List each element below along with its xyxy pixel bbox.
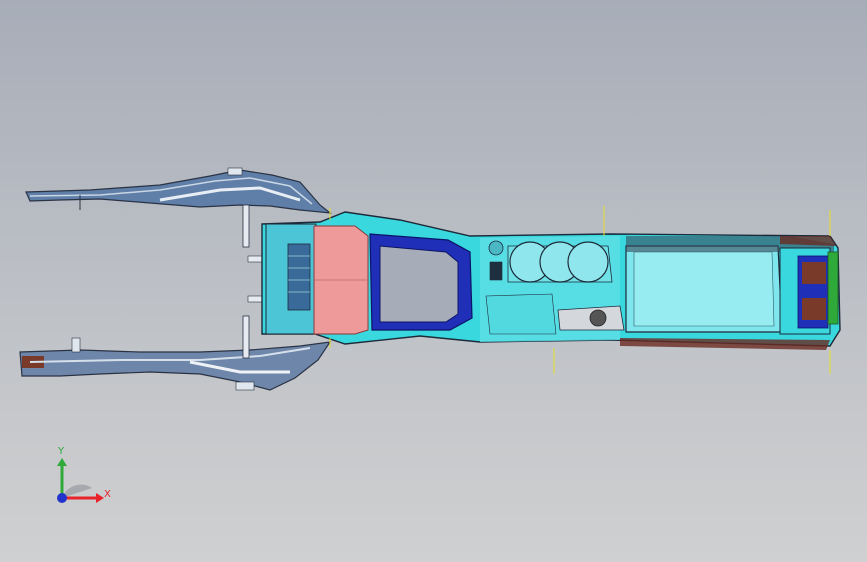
storage-lid-panel[interactable]: [313, 225, 369, 335]
lower-arm-bracket[interactable]: [19, 337, 332, 391]
z-axis-dot: [57, 493, 67, 503]
y-axis-label: Y: [57, 446, 65, 457]
3d-viewport[interactable]: X Y: [0, 0, 867, 562]
model-canvas[interactable]: X Y: [0, 0, 867, 562]
x-axis-label: X: [104, 489, 111, 500]
axis-triad[interactable]: X Y: [57, 446, 111, 503]
front-bezel[interactable]: [265, 223, 317, 335]
cupholder-right: [567, 241, 609, 283]
rear-vent-panel[interactable]: [779, 247, 839, 335]
shifter-frame[interactable]: [369, 233, 473, 331]
upper-arm-bracket[interactable]: [25, 167, 332, 214]
